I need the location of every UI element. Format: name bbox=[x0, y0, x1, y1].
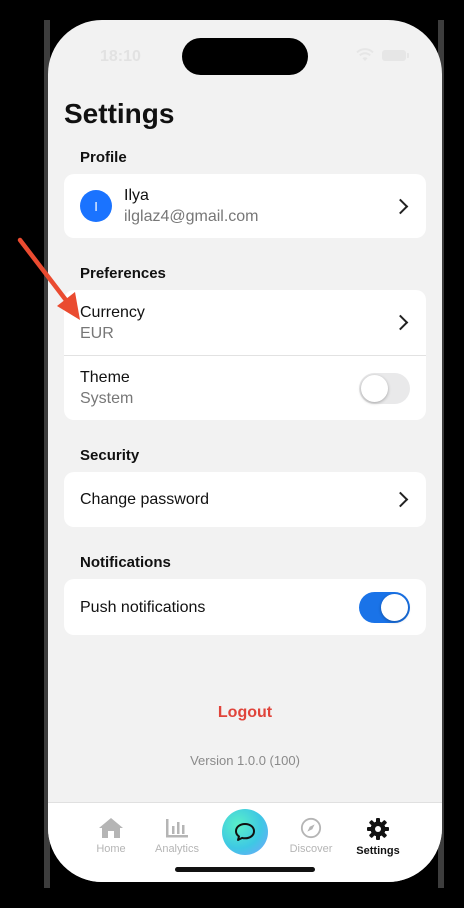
annotation-arrow bbox=[17, 237, 80, 320]
